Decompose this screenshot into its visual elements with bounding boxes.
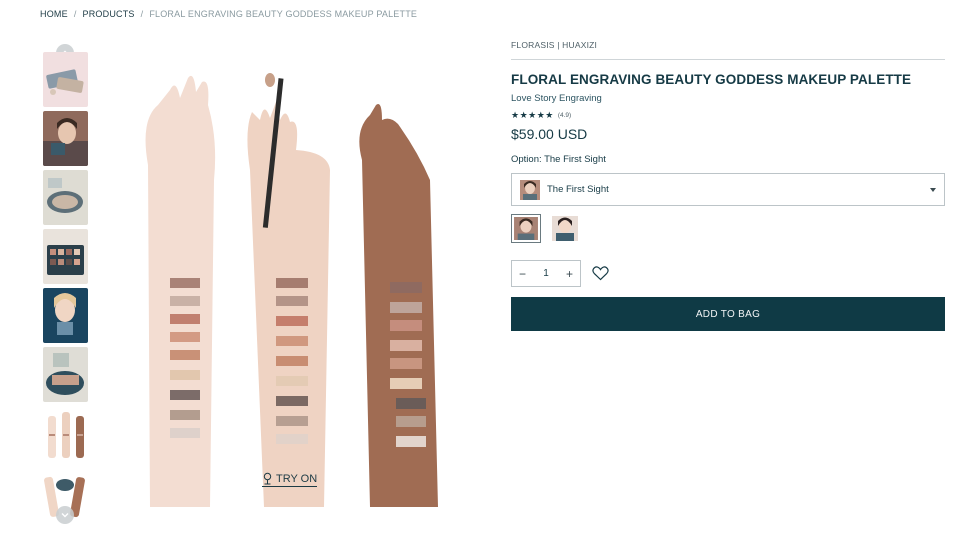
add-to-bag-button[interactable]: ADD TO BAG [511,297,945,331]
breadcrumb-separator: / [140,9,144,19]
option-select[interactable]: The First Sight [511,173,945,206]
breadcrumb-current: FLORAL ENGRAVING BEAUTY GODDESS MAKEUP P… [149,9,418,19]
variant-swatch-second[interactable] [550,214,580,243]
main-product-image[interactable] [118,60,458,510]
rating-value: (4.9) [557,112,572,119]
star-rating-icon: ★★★★★ [511,110,554,120]
product-price: $59.00 USD [511,126,588,142]
quantity-increase-button[interactable]: + [566,268,573,280]
breadcrumb: HOME / PRODUCTS / FLORAL ENGRAVING BEAUT… [40,9,417,19]
quantity-row: − 1 + [511,260,945,287]
option-label: Option: The First Sight [511,154,606,165]
thumbnail-palette[interactable] [43,52,88,107]
option-thumbnail [520,179,540,200]
wishlist-heart-icon[interactable] [592,266,609,281]
quantity-value[interactable]: 1 [543,268,549,279]
thumbnail-palette-open[interactable] [43,170,88,225]
thumbnail-model-blue[interactable] [43,288,88,343]
location-pin-icon [263,472,272,485]
try-on-button[interactable]: TRY ON [262,472,318,487]
option-select-value: The First Sight [547,184,609,195]
thumbnail-model[interactable] [43,111,88,166]
thumbnail-palette-flat[interactable] [43,347,88,402]
quantity-decrease-button[interactable]: − [519,268,526,280]
breadcrumb-products[interactable]: PRODUCTS [83,9,135,19]
breadcrumb-separator: / [73,9,77,19]
thumbnail-arm-swatches[interactable] [43,406,88,461]
chevron-down-icon [61,513,69,518]
chevron-down-icon [930,187,936,192]
variant-swatch-first-sight[interactable] [511,214,541,243]
try-on-label: TRY ON [276,472,318,485]
thumbnail-shades[interactable] [43,229,88,284]
breadcrumb-home[interactable]: HOME [40,9,68,19]
brand-name[interactable]: FLORASIS | HUAXIZI [511,40,945,60]
thumbnail-scroll-down-button[interactable] [56,506,74,524]
quantity-stepper[interactable]: − 1 + [511,260,581,287]
product-subtitle: Love Story Engraving [511,93,602,104]
product-info-panel: FLORASIS | HUAXIZI FLORAL ENGRAVING BEAU… [511,40,945,331]
variant-swatches [511,214,945,243]
rating[interactable]: ★★★★★ (4.9) [511,110,945,121]
product-title: FLORAL ENGRAVING BEAUTY GODDESS MAKEUP P… [511,72,912,87]
